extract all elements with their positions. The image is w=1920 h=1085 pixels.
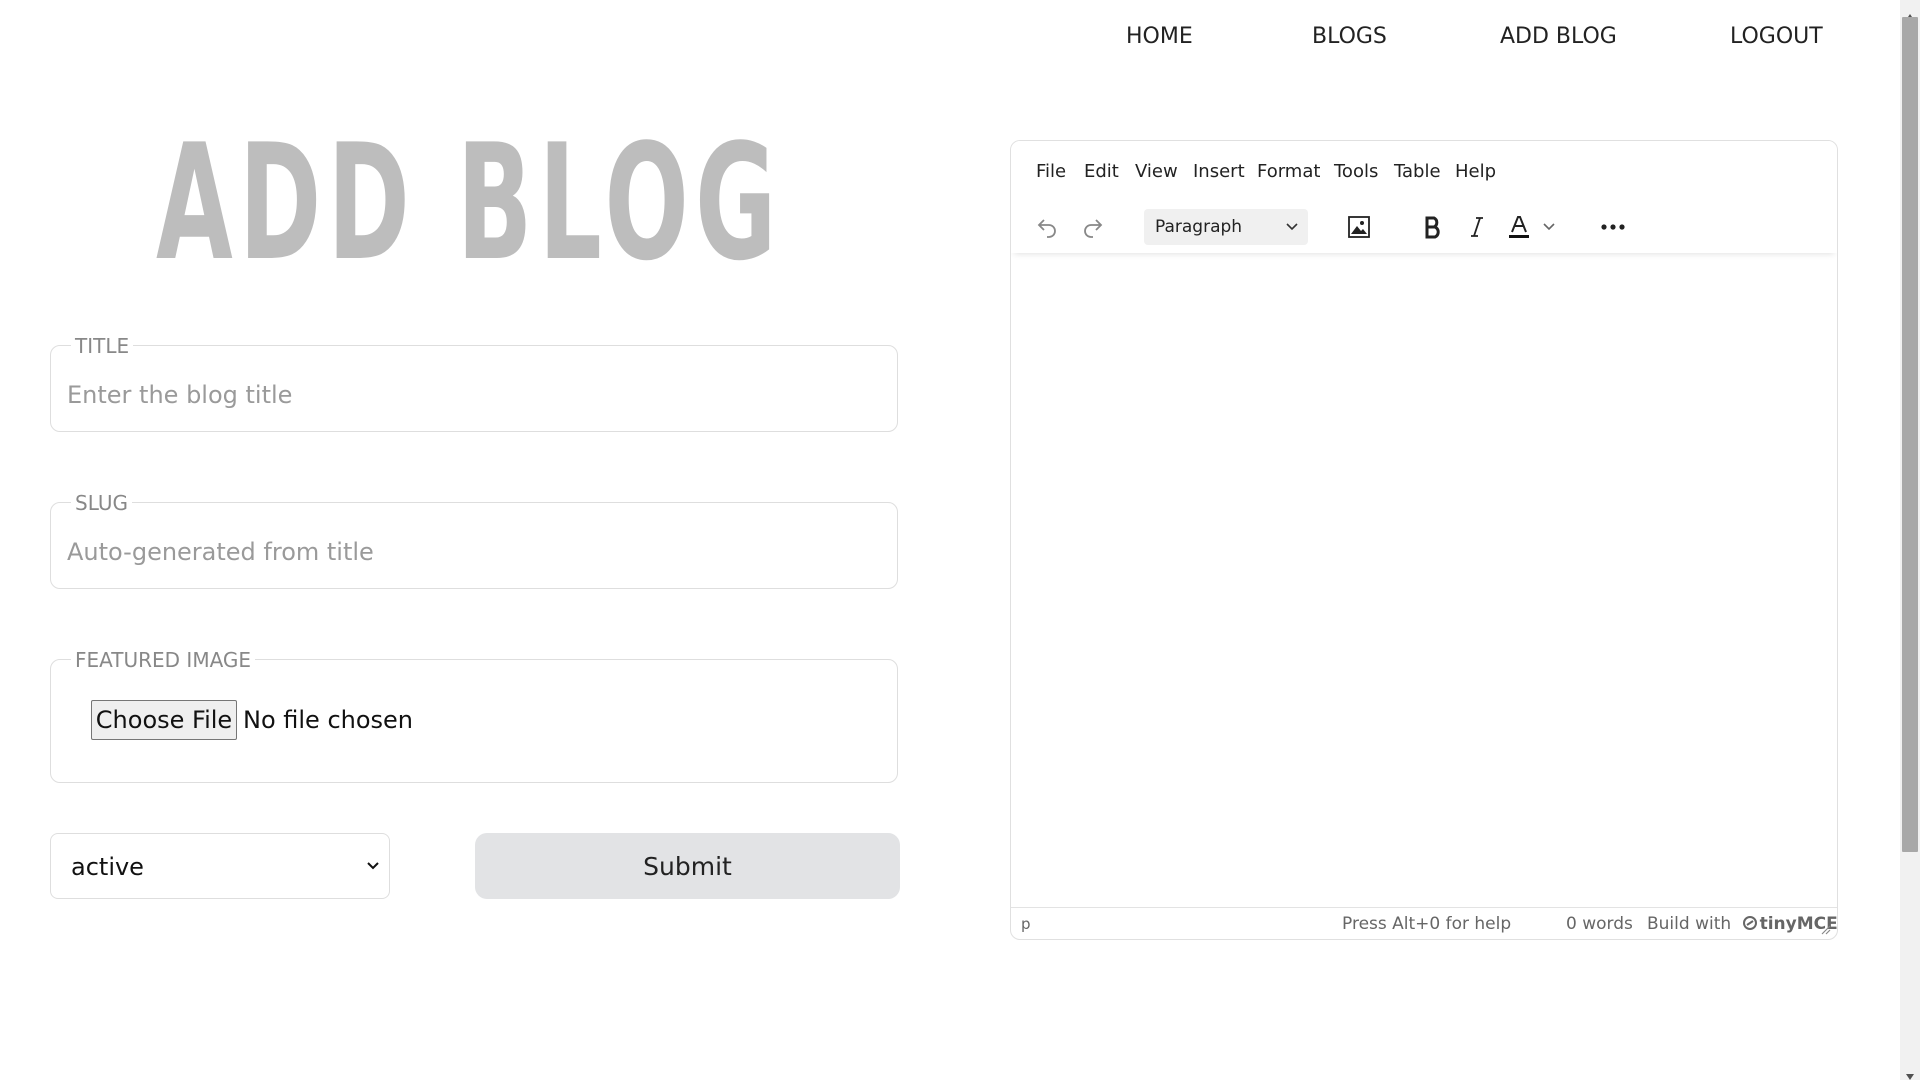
word-count[interactable]: 0 words — [1566, 914, 1633, 934]
menu-file[interactable]: File — [1036, 161, 1066, 182]
undo-icon[interactable] — [1029, 209, 1065, 245]
menu-view[interactable]: View — [1135, 161, 1178, 182]
editor-statusbar: p Press Alt+0 for help 0 words Build wit… — [1011, 907, 1837, 939]
editor-toolbar: Paragraph — [1011, 201, 1837, 251]
slug-input[interactable] — [65, 531, 869, 573]
menu-edit[interactable]: Edit — [1084, 161, 1119, 182]
page-title: ADD BLOG — [156, 109, 783, 296]
menu-insert[interactable]: Insert — [1193, 161, 1245, 182]
bold-icon[interactable] — [1415, 209, 1451, 245]
element-path[interactable]: p — [1021, 915, 1031, 933]
block-format-value: Paragraph — [1155, 217, 1243, 237]
slug-fieldset: SLUG — [50, 491, 898, 589]
featured-image-fieldset: FEATURED IMAGE Choose File No file chose… — [50, 648, 898, 783]
nav-add-blog-link[interactable]: ADD BLOG — [1500, 24, 1617, 49]
title-fieldset: TITLE — [50, 334, 898, 432]
chevron-down-icon — [363, 854, 383, 878]
title-legend: TITLE — [71, 334, 134, 358]
status-select-value: active — [71, 853, 144, 881]
tinymce-logo-icon — [1742, 915, 1757, 930]
resize-handle-icon[interactable] — [1819, 920, 1831, 935]
editor-menubar: File Edit View Insert Format Tools Table… — [1011, 141, 1837, 201]
featured-image-legend: FEATURED IMAGE — [71, 648, 256, 672]
chevron-down-icon — [1284, 219, 1300, 235]
submit-button[interactable]: Submit — [475, 833, 900, 899]
scroll-up-arrow-icon[interactable] — [1905, 6, 1915, 20]
top-nav: HOME BLOGS ADD BLOG LOGOUT — [1080, 24, 1840, 54]
branding-prefix: Build with — [1647, 914, 1732, 934]
nav-logout-link[interactable]: LOGOUT — [1730, 24, 1823, 49]
file-status-text: No file chosen — [243, 706, 414, 734]
rich-text-editor: File Edit View Insert Format Tools Table… — [1010, 140, 1838, 940]
menu-format[interactable]: Format — [1257, 161, 1320, 182]
title-input[interactable] — [65, 374, 869, 416]
branding-link[interactable]: Build with tinyMCE — [1647, 914, 1837, 934]
image-icon[interactable] — [1341, 209, 1377, 245]
menu-tools[interactable]: Tools — [1334, 161, 1378, 182]
text-color-icon[interactable] — [1501, 209, 1537, 245]
nav-home-link[interactable]: HOME — [1126, 24, 1193, 49]
scrollbar-thumb[interactable] — [1902, 17, 1918, 852]
help-hint: Press Alt+0 for help — [1342, 914, 1512, 934]
choose-file-button[interactable]: Choose File — [91, 700, 237, 740]
italic-icon[interactable] — [1459, 209, 1495, 245]
chevron-down-icon[interactable] — [1537, 209, 1561, 245]
scroll-down-arrow-icon[interactable] — [1905, 1066, 1915, 1080]
block-format-select[interactable]: Paragraph — [1144, 209, 1308, 245]
page-scrollbar[interactable] — [1900, 0, 1920, 1080]
slug-legend: SLUG — [71, 491, 132, 515]
menu-table[interactable]: Table — [1394, 161, 1441, 182]
more-icon[interactable] — [1595, 209, 1631, 245]
nav-blogs-link[interactable]: BLOGS — [1312, 24, 1387, 49]
editor-content-area[interactable] — [1011, 253, 1837, 907]
editor-header: File Edit View Insert Format Tools Table… — [1011, 141, 1837, 253]
status-select[interactable]: active — [50, 833, 390, 899]
redo-icon[interactable] — [1075, 209, 1111, 245]
menu-help[interactable]: Help — [1455, 161, 1496, 182]
